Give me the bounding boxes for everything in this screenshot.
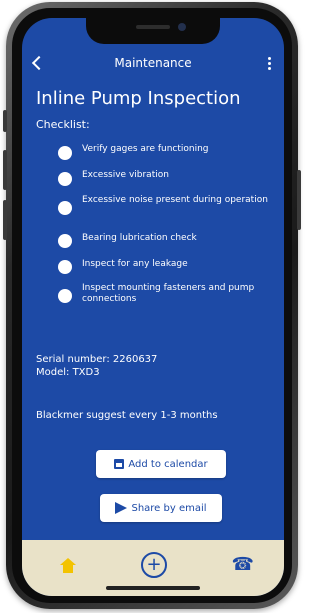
checklist-item-label: Inspect for any leakage	[82, 259, 188, 269]
header-title: Maintenance	[114, 56, 192, 70]
side-button-left-2	[3, 150, 7, 190]
maintenance-suggestion: Blackmer suggest every 1-3 months	[36, 410, 218, 421]
checklist-item-label: Excessive noise present during operation	[82, 195, 268, 205]
home-icon[interactable]	[60, 558, 76, 574]
checklist-item-label: Excessive vibration	[82, 170, 169, 180]
checklist-item-label: Inspect mounting fasteners and pump conn…	[82, 283, 255, 304]
radio-button[interactable]	[58, 201, 72, 215]
radio-button[interactable]	[58, 146, 72, 160]
add-icon[interactable]: +	[141, 552, 167, 578]
add-to-calendar-label: Add to calendar	[128, 458, 208, 470]
camera	[178, 23, 186, 31]
app-header: Maintenance	[22, 54, 284, 76]
app-screen: Maintenance Inline Pump Inspection Check…	[22, 18, 284, 596]
calendar-icon	[114, 459, 125, 469]
send-icon	[115, 502, 128, 514]
side-button-left-1	[3, 110, 7, 132]
home-indicator	[106, 586, 200, 590]
serial-number: Serial number: 2260637	[36, 354, 158, 365]
bottom-nav: + ☎	[22, 540, 284, 596]
more-options-icon[interactable]	[268, 57, 272, 71]
notch	[86, 18, 220, 44]
radio-button[interactable]	[58, 234, 72, 248]
checklist-label: Checklist:	[36, 118, 90, 131]
radio-button[interactable]	[58, 172, 72, 186]
phone-icon[interactable]: ☎	[232, 554, 254, 575]
speaker	[136, 25, 170, 29]
radio-button[interactable]	[58, 289, 72, 303]
add-to-calendar-button[interactable]: Add to calendar	[96, 450, 226, 478]
share-by-email-label: Share by email	[131, 502, 207, 514]
side-button-right	[297, 170, 301, 230]
share-by-email-button[interactable]: Share by email	[100, 494, 222, 522]
side-button-left-3	[3, 200, 7, 240]
radio-button[interactable]	[58, 260, 72, 274]
page-title: Inline Pump Inspection	[36, 88, 241, 109]
model-number: Model: TXD3	[36, 367, 100, 378]
checklist-item-label: Verify gages are functioning	[82, 144, 209, 154]
checklist-item-label: Bearing lubrication check	[82, 233, 197, 243]
